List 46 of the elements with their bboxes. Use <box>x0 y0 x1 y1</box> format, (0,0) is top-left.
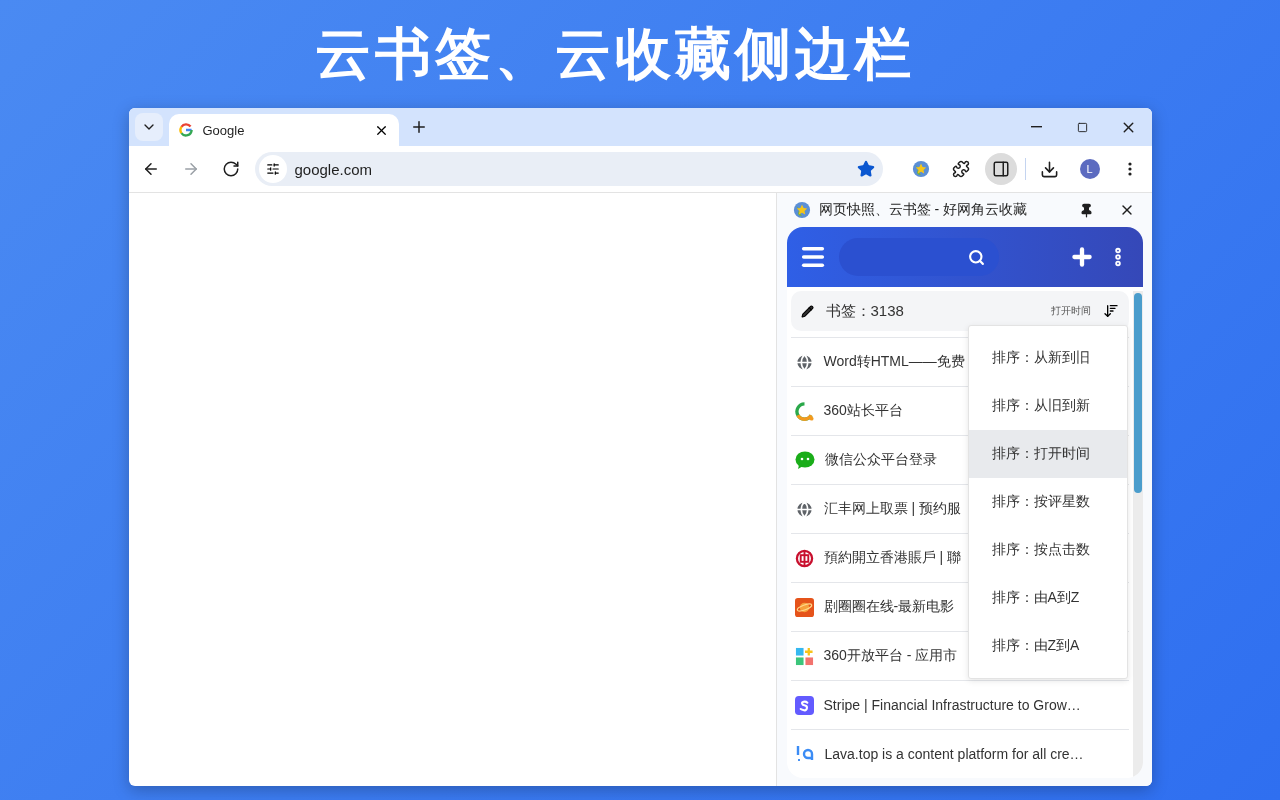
sort-option[interactable]: 排序：由Z到A <box>968 622 1127 670</box>
search-icon <box>967 248 985 266</box>
tab-title: Google <box>202 122 246 138</box>
sort-option[interactable]: 排序：从旧到新 <box>968 382 1127 430</box>
tab-search-button[interactable] <box>134 113 163 141</box>
address-bar[interactable]: google.com <box>254 152 883 186</box>
sort-option[interactable]: 排序：按评星数 <box>968 478 1127 526</box>
browser-tab[interactable]: Google <box>168 114 399 146</box>
puzzle-icon <box>951 160 970 178</box>
reload-icon <box>221 160 240 178</box>
bookmark-star-icon[interactable] <box>856 160 875 178</box>
sort-option[interactable]: 排序：按点击数 <box>968 526 1127 574</box>
bookmark-item[interactable]: Stripe | Financial Infrastructure to Grow… <box>790 680 1129 729</box>
sliders-icon <box>265 162 280 176</box>
scrollbar[interactable] <box>1132 291 1143 778</box>
sort-option[interactable]: 排序：由A到Z <box>968 574 1127 622</box>
globe-icon <box>794 499 814 519</box>
globe-icon <box>794 352 814 372</box>
sort-label: 打开时间 <box>1050 304 1091 318</box>
side-panel-icon <box>991 160 1010 178</box>
side-panel-button[interactable] <box>984 153 1017 185</box>
bookmark-item[interactable]: Lava.top is a content platform for all cre… <box>790 729 1129 778</box>
sort-icon[interactable] <box>1102 303 1119 319</box>
search-field[interactable] <box>838 238 999 276</box>
chat-bubble-icon <box>794 450 815 470</box>
url-text: google.com <box>294 160 374 178</box>
download-icon <box>1040 159 1059 179</box>
bank-logo-icon <box>794 548 814 568</box>
profile-button[interactable]: L <box>1073 153 1106 185</box>
pencil-icon[interactable] <box>800 304 814 318</box>
bookmark-count: 书签：3138 <box>825 301 905 321</box>
ring-icon <box>794 401 814 421</box>
sort-option[interactable]: 排序：从新到旧 <box>968 334 1127 382</box>
planet-icon <box>794 597 814 617</box>
site-settings-button[interactable] <box>258 155 287 183</box>
s-logo-icon <box>794 695 814 715</box>
minimize-icon <box>1031 126 1042 128</box>
side-panel-title: 网页快照、云书签 - 好网角云收藏 <box>818 201 1028 219</box>
google-logo-icon <box>178 123 193 137</box>
headline: 云书签、云收藏侧边栏 <box>315 21 915 87</box>
lava-logo-icon <box>794 744 815 764</box>
more-icon <box>1127 162 1132 176</box>
sort-option[interactable]: 排序：打开时间 <box>968 430 1127 478</box>
tiles-icon <box>794 646 814 666</box>
maximize-icon <box>1077 121 1088 133</box>
pin-icon <box>1079 202 1094 218</box>
